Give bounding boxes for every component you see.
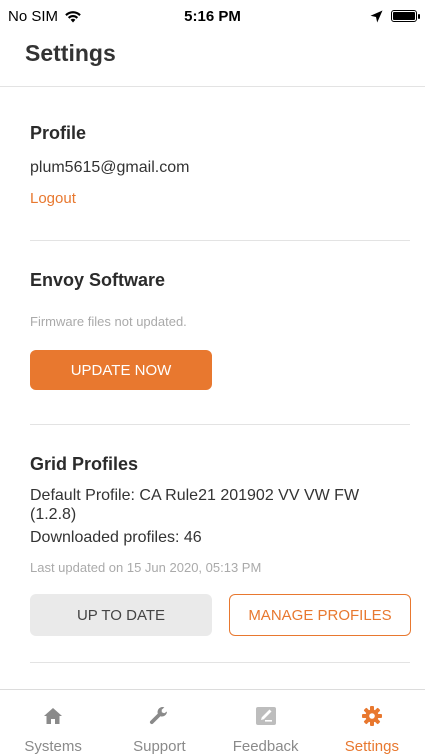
wrench-icon [146, 704, 172, 728]
profile-section: Profile [30, 123, 410, 144]
logout-link[interactable]: Logout [30, 190, 410, 207]
tab-label: Systems [24, 738, 82, 755]
update-now-button[interactable]: UPDATE NOW [30, 350, 212, 390]
tab-label: Feedback [232, 738, 299, 755]
location-arrow-icon [370, 10, 383, 22]
divider [30, 662, 410, 663]
envoy-title: Envoy Software [30, 270, 166, 290]
status-left: No SIM [8, 8, 82, 25]
tab-label: Settings [344, 738, 399, 755]
home-icon [40, 704, 66, 728]
grid-profiles-title: Grid Profiles [30, 454, 139, 474]
profile-email: plum5615@gmail.com [30, 159, 190, 176]
settings-content[interactable]: Profile plum5615@gmail.com Logout Envoy … [0, 88, 425, 688]
tab-settings[interactable]: Settings [319, 690, 425, 755]
status-right [370, 10, 420, 23]
tab-systems[interactable]: Systems [0, 690, 106, 755]
wifi-icon [65, 10, 81, 22]
header: Settings [0, 32, 425, 87]
page-title: Settings [25, 40, 116, 66]
manage-profiles-button[interactable]: MANAGE PROFILES [229, 594, 411, 636]
tab-bar: Systems Support Feedback Settings [0, 689, 425, 755]
last-updated-text: Last updated on 15 Jun 2020, 05:13 PM [30, 560, 262, 575]
gear-icon [359, 704, 385, 728]
default-profile-text: Default Profile: CA Rule21 201902 VV VW … [30, 487, 360, 523]
downloaded-profiles-text: Downloaded profiles: 46 [30, 529, 202, 546]
profile-title: Profile [30, 123, 87, 143]
divider [30, 240, 410, 241]
feedback-icon [253, 704, 279, 728]
up-to-date-button: UP TO DATE [30, 594, 212, 636]
status-bar: No SIM 5:16 PM [0, 0, 425, 32]
carrier-label: No SIM [8, 7, 59, 25]
divider [30, 424, 410, 425]
tab-feedback[interactable]: Feedback [213, 690, 319, 755]
battery-icon [391, 10, 420, 22]
firmware-status: Firmware files not updated. [30, 314, 187, 329]
tab-label: Support [133, 738, 186, 755]
tab-support[interactable]: Support [106, 690, 212, 755]
